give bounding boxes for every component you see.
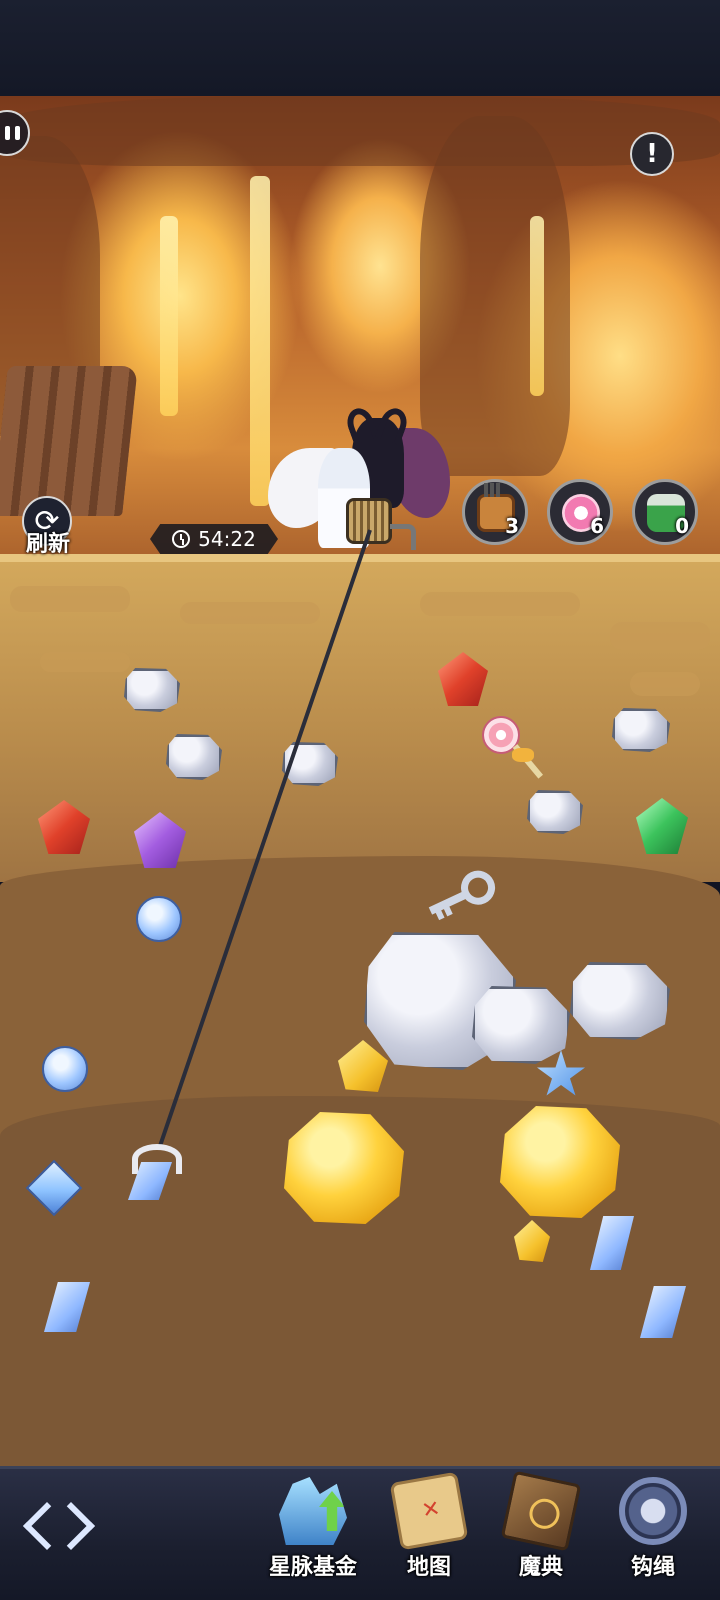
exclamation-icon: ! (646, 139, 658, 169)
blue-round-gem (136, 896, 182, 942)
dynamite-item-button[interactable]: 3 (462, 479, 528, 545)
nav-label: 魔典 (518, 1555, 563, 1580)
nav-label: 地图 (406, 1555, 451, 1580)
gold-miner-playfield[interactable]: ! ⟳ 刷新 54:22 3 6 0 (0, 96, 720, 1466)
soil-layer-top (0, 562, 720, 882)
game-screen: ! ⟳ 刷新 54:22 3 6 0 星脉基金 ✕ 地图 魔典 钩绳 (0, 0, 720, 1600)
nav-hook-rope[interactable]: 钩绳 (598, 1477, 708, 1597)
timer-value: 54:22 (198, 527, 256, 551)
refresh-label: 刷新 (25, 532, 70, 557)
broken-pillar (0, 366, 138, 516)
fund-icon (279, 1477, 347, 1545)
potion-item-button[interactable]: 0 (632, 479, 698, 545)
blue-round-gem (42, 1046, 88, 1092)
countdown-timer: 54:22 (150, 524, 278, 554)
book-icon (500, 1470, 582, 1552)
info-alert-button[interactable]: ! (630, 132, 674, 176)
dynamite-count: 3 (505, 514, 519, 538)
nav-map[interactable]: 地图 (374, 1471, 484, 1597)
candy-item-button[interactable]: 6 (547, 479, 613, 545)
hook-claw (124, 1136, 184, 1200)
game-logo-icon[interactable] (22, 1499, 104, 1559)
status-bar-area (0, 0, 720, 96)
nav-label: 钩绳 (630, 1555, 675, 1580)
winch-stand (390, 524, 416, 550)
lollipop-treasure (482, 716, 552, 786)
nav-label: 星脉基金 (268, 1555, 357, 1580)
hook-rope-icon (619, 1477, 687, 1545)
map-icon (389, 1471, 469, 1551)
clock-icon (172, 530, 191, 548)
pause-icon (4, 126, 20, 140)
rope-winch (346, 498, 392, 544)
nav-grimoire[interactable]: 魔典 (486, 1470, 596, 1597)
nav-star-fund[interactable]: 星脉基金 (258, 1477, 368, 1597)
potion-count: 0 (675, 514, 689, 538)
bottom-navigation: 星脉基金 地图 魔典 钩绳 (0, 1466, 720, 1600)
candy-count: 6 (590, 514, 604, 538)
